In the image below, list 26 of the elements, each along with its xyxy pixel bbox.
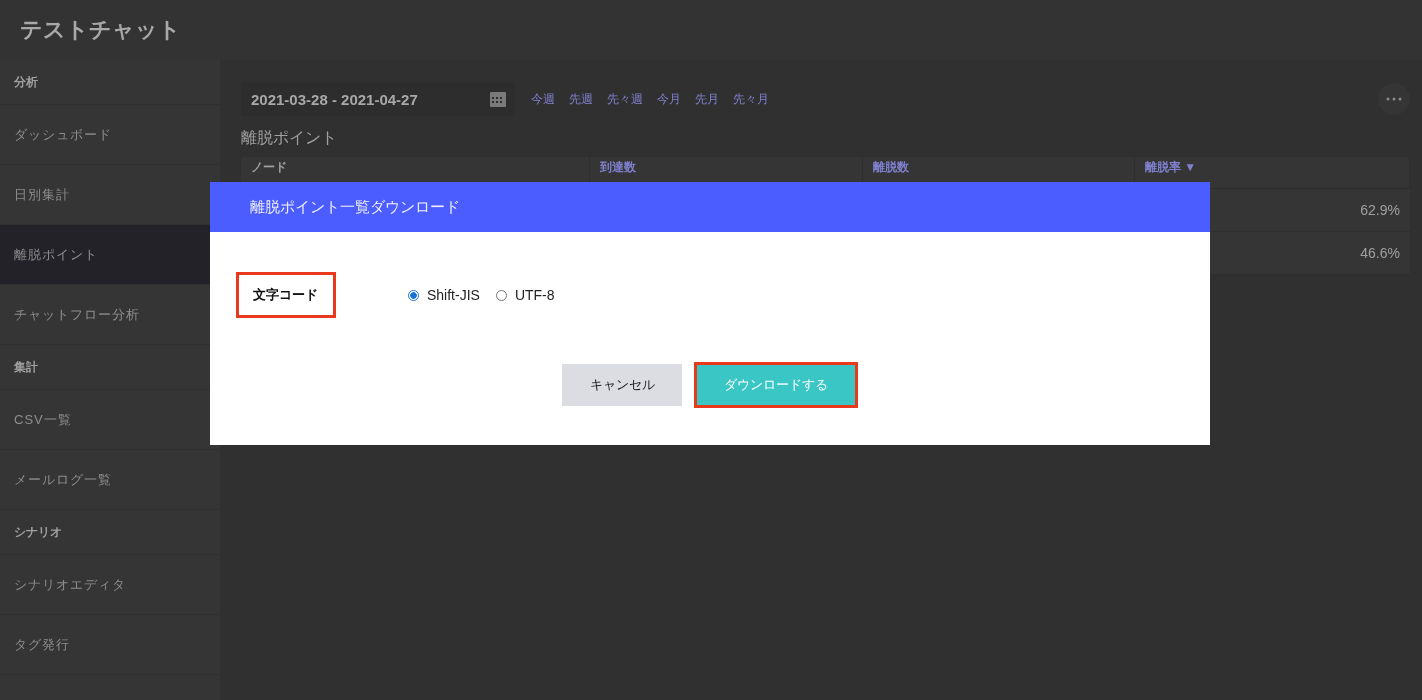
field-label: 文字コード xyxy=(236,272,336,318)
table-cell: 62.9% xyxy=(1360,202,1400,218)
range-link[interactable]: 先々週 xyxy=(607,90,643,108)
radio-button[interactable] xyxy=(495,289,507,301)
date-range-field[interactable]: 2021-03-28 - 2021-04-27 xyxy=(241,82,515,116)
sidebar-item[interactable]: ダッシュボード xyxy=(0,105,220,165)
cancel-button[interactable]: キャンセル xyxy=(562,364,682,406)
radio-label: Shift-JIS xyxy=(427,287,480,303)
sidebar-heading: シナリオ xyxy=(0,510,220,555)
calendar-icon xyxy=(489,90,507,108)
sidebar-item[interactable]: タグ発行 xyxy=(0,615,220,675)
download-button[interactable]: ダウンロードする xyxy=(694,362,858,408)
range-link[interactable]: 今週 xyxy=(531,90,555,108)
radio-button[interactable] xyxy=(408,289,419,301)
range-link[interactable]: 先週 xyxy=(569,90,593,108)
page-title: 離脱ポイント xyxy=(241,128,338,148)
more-icon xyxy=(1386,97,1402,101)
app-title: テストチャット xyxy=(20,16,181,44)
table-cell: 46.6% xyxy=(1360,245,1400,261)
sidebar-heading: 分析 xyxy=(0,60,220,105)
radio-label: UTF-8 xyxy=(514,287,555,303)
range-link[interactable]: 先月 xyxy=(695,90,719,108)
dialog-title: 離脱ポイント一覧ダウンロード xyxy=(250,197,460,217)
range-link[interactable]: 先々月 xyxy=(733,90,769,108)
sidebar-item[interactable]: シナリオエディタ xyxy=(0,555,220,615)
range-link[interactable]: 今月 xyxy=(657,90,681,108)
